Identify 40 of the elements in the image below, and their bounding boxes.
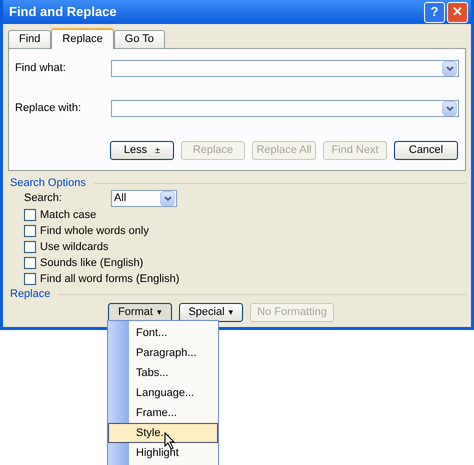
search-dropdown[interactable]: All [111,190,177,207]
dropdown-button[interactable] [442,61,457,76]
combo-field[interactable] [111,100,459,117]
checkbox-label: Use wildcards [40,240,108,255]
menu-item[interactable]: Highlight [108,443,218,463]
checkbox-label: Find all word forms (English) [40,272,180,287]
tab[interactable]: Replace [51,28,114,49]
menu-item[interactable]: Paragraph... [108,343,218,363]
field-label: Replace with: [15,101,82,116]
action-button[interactable]: Less ± [110,141,174,160]
menu-item[interactable]: Frame... [108,403,218,423]
field-label: Find what: [15,61,67,76]
checkbox[interactable] [24,273,36,285]
checkbox-label: Sounds like (English) [40,256,144,271]
chevron-down-icon [446,66,454,72]
checkbox[interactable] [24,225,36,237]
window-title: Find and Replace [8,3,117,22]
combo-field[interactable] [111,60,459,77]
action-button[interactable]: Cancel [394,141,458,160]
menu-item[interactable]: Font... [108,323,218,343]
tab[interactable]: Go To [114,30,165,48]
checkbox[interactable] [24,241,36,253]
field-label: Search: [24,191,63,206]
checkbox[interactable] [24,209,36,221]
section-heading: Replace [9,288,50,301]
section-heading: Search Options [9,176,86,190]
checkbox-label: Match case [40,208,96,223]
help-button[interactable]: ? [424,2,445,22]
dropdown-button[interactable] [160,191,175,206]
dropdown-button[interactable] [442,101,457,116]
chevron-down-icon [164,196,172,202]
menu-item[interactable]: Tabs... [108,363,218,383]
tab[interactable]: Find [8,30,52,48]
menu-item[interactable]: Style... [108,423,218,443]
checkbox-label: Find whole words only [40,224,149,239]
format-button[interactable]: Special ▾ [179,303,243,322]
menu-item[interactable]: Language... [108,383,218,403]
close-button[interactable]: ✕ [447,2,468,22]
checkbox[interactable] [24,257,36,269]
chevron-down-icon [446,106,454,112]
